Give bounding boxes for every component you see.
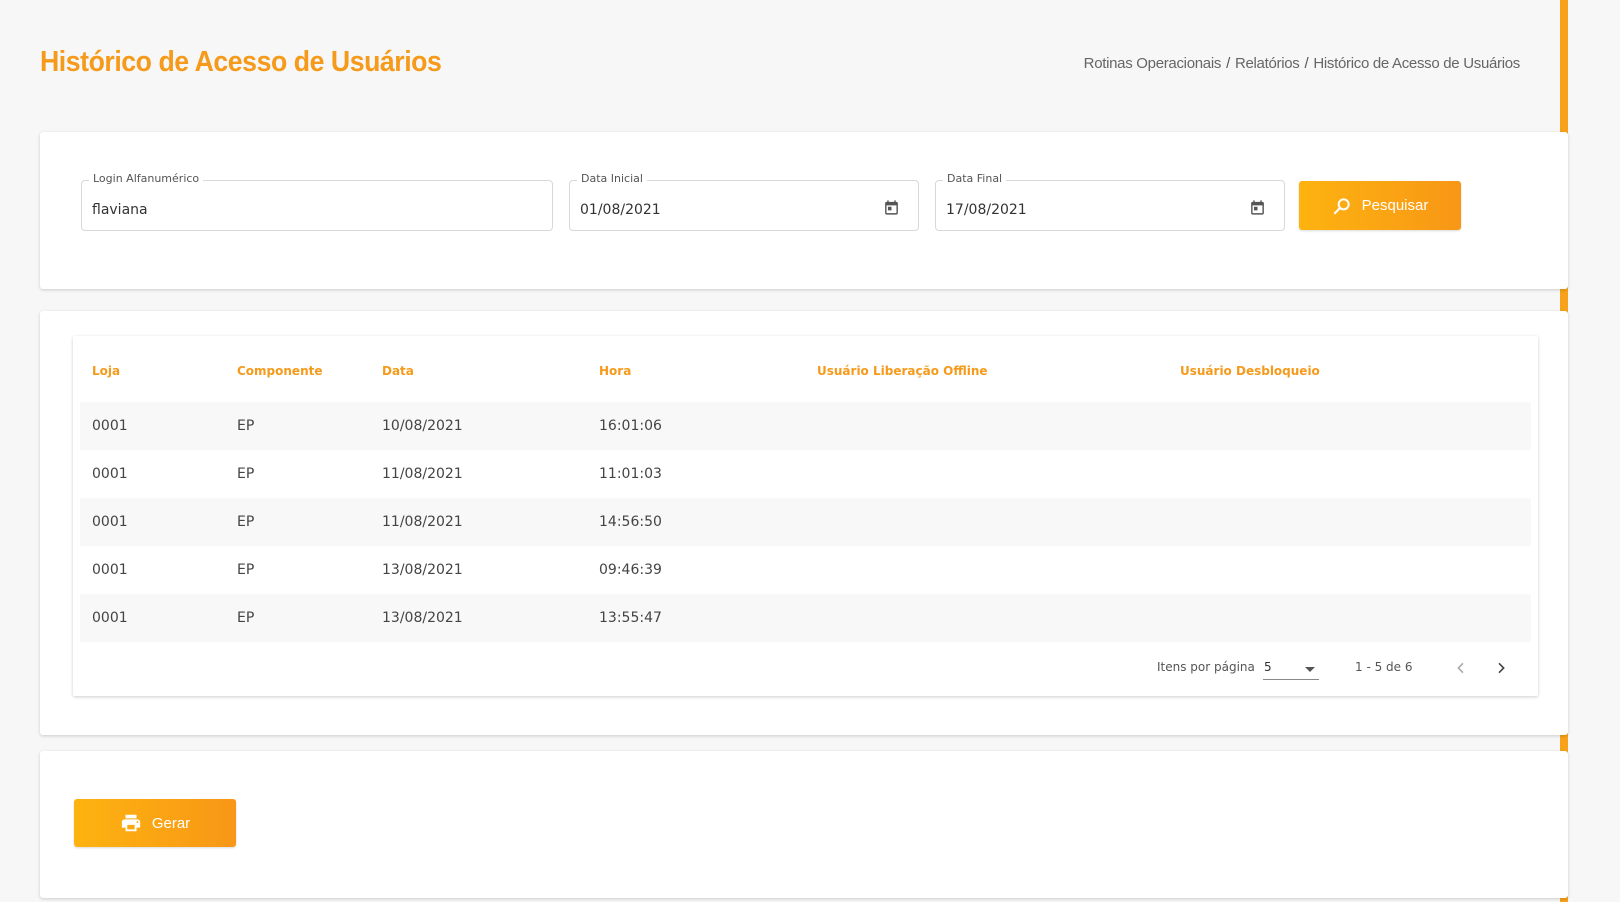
breadcrumb-item-current: Histórico de Acesso de Usuários (1313, 55, 1520, 72)
cell-loja: 0001 (92, 418, 128, 434)
filters-card: Login Alfanumérico flaviana Data Inicial… (40, 132, 1568, 289)
cell-componente: EP (237, 466, 255, 482)
cell-data: 11/08/2021 (382, 466, 463, 482)
next-page-button[interactable] (1489, 656, 1513, 680)
previous-page-button[interactable] (1449, 656, 1473, 680)
search-button[interactable]: Pesquisar (1299, 181, 1461, 230)
items-per-page-value: 5 (1264, 660, 1272, 674)
cell-hora: 11:01:03 (599, 466, 662, 482)
breadcrumb-separator: / (1226, 55, 1230, 72)
table-row[interactable]: 0001 EP 13/08/2021 13:55:47 (80, 594, 1531, 642)
table-row[interactable]: 0001 EP 11/08/2021 14:56:50 (80, 498, 1531, 546)
end-date-label: Data Final (943, 172, 1007, 185)
end-date-field[interactable]: Data Final 17/08/2021 (935, 172, 1285, 231)
table-row[interactable]: 0001 EP 13/08/2021 09:46:39 (80, 546, 1531, 594)
breadcrumb-item-rotinas[interactable]: Rotinas Operacionais (1084, 55, 1222, 72)
cell-data: 13/08/2021 (382, 610, 463, 626)
page-title: Histórico de Acesso de Usuários (40, 46, 442, 78)
cell-componente: EP (237, 610, 255, 626)
cell-data: 10/08/2021 (382, 418, 463, 434)
search-icon (1333, 197, 1350, 214)
generate-button[interactable]: Gerar (74, 799, 236, 847)
items-per-page-select[interactable]: 5 (1263, 658, 1319, 680)
actions-card: Gerar (40, 751, 1568, 898)
cell-hora: 13:55:47 (599, 610, 662, 626)
paginator: Itens por página 5 1 - 5 de 6 (73, 660, 1538, 684)
chevron-left-icon (1457, 662, 1464, 674)
calendar-icon[interactable] (1249, 199, 1266, 216)
column-header-usuario-desbloqueio[interactable]: Usuário Desbloqueio (1180, 364, 1320, 378)
cell-loja: 0001 (92, 466, 128, 482)
end-date-value[interactable]: 17/08/2021 (946, 202, 1027, 218)
table-row[interactable]: 0001 EP 11/08/2021 11:01:03 (80, 450, 1531, 498)
results-table: Loja Componente Data Hora Usuário Libera… (73, 336, 1538, 696)
generate-button-label: Gerar (151, 814, 191, 832)
cell-hora: 14:56:50 (599, 514, 662, 530)
calendar-icon[interactable] (883, 199, 900, 216)
chevron-right-icon (1498, 662, 1505, 674)
column-header-usuario-liberacao-offline[interactable]: Usuário Liberação Offline (817, 364, 988, 378)
search-button-label: Pesquisar (1361, 197, 1429, 214)
login-field-value[interactable]: flaviana (92, 202, 148, 218)
cell-componente: EP (237, 562, 255, 578)
printer-icon (121, 814, 140, 832)
login-field-label: Login Alfanumérico (89, 172, 204, 185)
breadcrumb: Rotinas Operacionais / Relatórios / Hist… (1084, 55, 1521, 72)
cell-hora: 16:01:06 (599, 418, 662, 434)
cell-data: 13/08/2021 (382, 562, 463, 578)
cell-data: 11/08/2021 (382, 514, 463, 530)
column-header-loja[interactable]: Loja (92, 364, 120, 378)
breadcrumb-separator: / (1304, 55, 1309, 72)
cell-loja: 0001 (92, 562, 128, 578)
login-field[interactable]: Login Alfanumérico flaviana (81, 172, 553, 231)
column-header-data[interactable]: Data (382, 364, 414, 378)
cell-loja: 0001 (92, 514, 128, 530)
page-range-label: 1 - 5 de 6 (1355, 660, 1413, 674)
table-header: Loja Componente Data Hora Usuário Libera… (80, 336, 1531, 402)
cell-componente: EP (237, 514, 255, 530)
table-row[interactable]: 0001 EP 10/08/2021 16:01:06 (80, 402, 1531, 450)
start-date-label: Data Inicial (577, 172, 647, 185)
items-per-page-label: Itens por página (1157, 660, 1255, 674)
column-header-componente[interactable]: Componente (237, 364, 323, 378)
start-date-field[interactable]: Data Inicial 01/08/2021 (569, 172, 919, 231)
cell-hora: 09:46:39 (599, 562, 662, 578)
results-card: Loja Componente Data Hora Usuário Libera… (40, 311, 1568, 735)
start-date-value[interactable]: 01/08/2021 (580, 202, 661, 218)
column-header-hora[interactable]: Hora (599, 364, 631, 378)
cell-loja: 0001 (92, 610, 128, 626)
cell-componente: EP (237, 418, 255, 434)
dropdown-caret-icon (1305, 667, 1315, 672)
breadcrumb-item-relatorios[interactable]: Relatórios (1235, 55, 1300, 72)
